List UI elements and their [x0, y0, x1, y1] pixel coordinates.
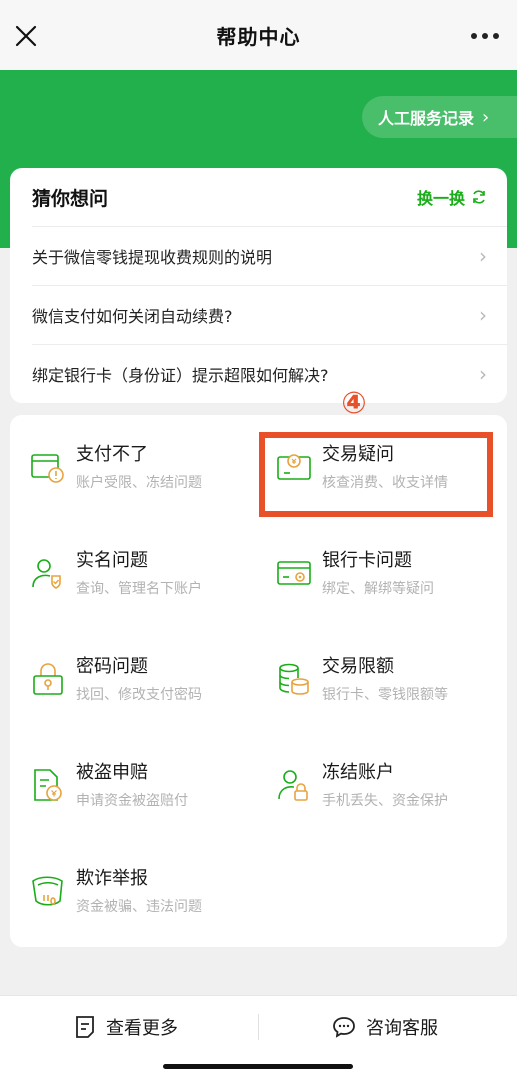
- guess-item[interactable]: 微信支付如何关闭自动续费? ›: [32, 285, 507, 344]
- guess-card: 猜你想问 换一换 关于微信零钱提现收费规则的说明 › 微信支付如何关闭自动续费?…: [10, 168, 507, 403]
- divider: [258, 1014, 259, 1040]
- payment-failed-icon: [31, 454, 64, 483]
- category-subtitle: 账户受限、冻结问题: [76, 475, 202, 491]
- password-lock-icon: [33, 663, 63, 695]
- fraud-report-icon: [32, 876, 63, 906]
- category-stolen-claim[interactable]: 被盗申赔 申请资金被盗赔付: [30, 758, 260, 828]
- view-more-label: 查看更多: [106, 1018, 178, 1039]
- contact-service-button[interactable]: 咨询客服: [332, 1012, 438, 1042]
- category-title: 实名问题: [76, 550, 148, 571]
- chevron-right-icon: ›: [482, 106, 490, 128]
- stolen-claim-icon: [34, 769, 62, 801]
- category-subtitle: 资金被骗、违法问题: [76, 899, 202, 915]
- category-title: 银行卡问题: [322, 550, 412, 571]
- step-marker: ④: [341, 386, 367, 421]
- category-title: 冻结账户: [322, 762, 394, 783]
- guess-title: 猜你想问: [32, 187, 109, 210]
- category-transaction-limit[interactable]: 交易限额 银行卡、零钱限额等: [276, 652, 506, 722]
- contact-service-label: 咨询客服: [366, 1018, 438, 1039]
- guess-item-label: 关于微信零钱提现收费规则的说明: [32, 248, 273, 267]
- refresh-button[interactable]: 换一换: [417, 185, 487, 209]
- chat-bubble-icon: [333, 1017, 355, 1038]
- chevron-right-icon: ›: [479, 244, 487, 268]
- category-bank-card[interactable]: 银行卡问题 绑定、解绑等疑问: [276, 546, 506, 616]
- category-title: 被盗申赔: [76, 762, 148, 783]
- category-title: 交易限额: [322, 656, 394, 677]
- guess-item[interactable]: 绑定银行卡（身份证）提示超限如何解决? ›: [32, 344, 507, 403]
- category-real-name[interactable]: 实名问题 查询、管理名下账户: [30, 546, 260, 616]
- freeze-account-icon: [278, 770, 308, 801]
- category-title: 欺诈举报: [76, 868, 148, 889]
- guess-header: 猜你想问 换一换: [10, 168, 507, 226]
- category-freeze-account[interactable]: 冻结账户 手机丢失、资金保护: [276, 758, 506, 828]
- category-subtitle: 找回、修改支付密码: [76, 687, 202, 703]
- bank-card-icon: [277, 561, 311, 585]
- category-password[interactable]: 密码问题 找回、修改支付密码: [30, 652, 260, 722]
- home-indicator: [163, 1064, 353, 1069]
- category-payment-failed[interactable]: 支付不了 账户受限、冻结问题: [30, 440, 260, 510]
- close-icon[interactable]: [14, 24, 38, 48]
- service-record-button[interactable]: 人工服务记录 ›: [362, 96, 517, 138]
- category-subtitle: 手机丢失、资金保护: [322, 793, 448, 809]
- guess-item-label: 绑定银行卡（身份证）提示超限如何解决?: [32, 366, 329, 385]
- real-name-icon: [32, 559, 61, 589]
- page-title: 帮助中心: [216, 24, 301, 49]
- category-subtitle: 申请资金被盗赔付: [76, 793, 188, 809]
- chevron-right-icon: ›: [479, 362, 487, 386]
- category-title: 支付不了: [76, 444, 148, 465]
- highlight-box: [259, 432, 493, 517]
- category-subtitle: 查询、管理名下账户: [76, 581, 202, 597]
- more-options-icon[interactable]: [471, 33, 499, 39]
- category-title: 密码问题: [76, 656, 148, 677]
- category-subtitle: 绑定、解绑等疑问: [322, 581, 434, 597]
- view-more-button[interactable]: 查看更多: [74, 1012, 178, 1042]
- service-record-label: 人工服务记录: [378, 109, 475, 128]
- refresh-icon: [473, 190, 485, 204]
- chevron-right-icon: ›: [479, 303, 487, 327]
- nav-bar: 帮助中心: [0, 0, 517, 70]
- guess-item[interactable]: 关于微信零钱提现收费规则的说明 ›: [32, 226, 507, 285]
- guess-item-label: 微信支付如何关闭自动续费?: [32, 307, 233, 326]
- coin-stack-icon: [279, 663, 309, 695]
- category-subtitle: 银行卡、零钱限额等: [322, 687, 448, 703]
- document-icon: [76, 1016, 94, 1038]
- refresh-label: 换一换: [416, 189, 465, 208]
- category-fraud-report[interactable]: 欺诈举报 资金被骗、违法问题: [30, 864, 260, 934]
